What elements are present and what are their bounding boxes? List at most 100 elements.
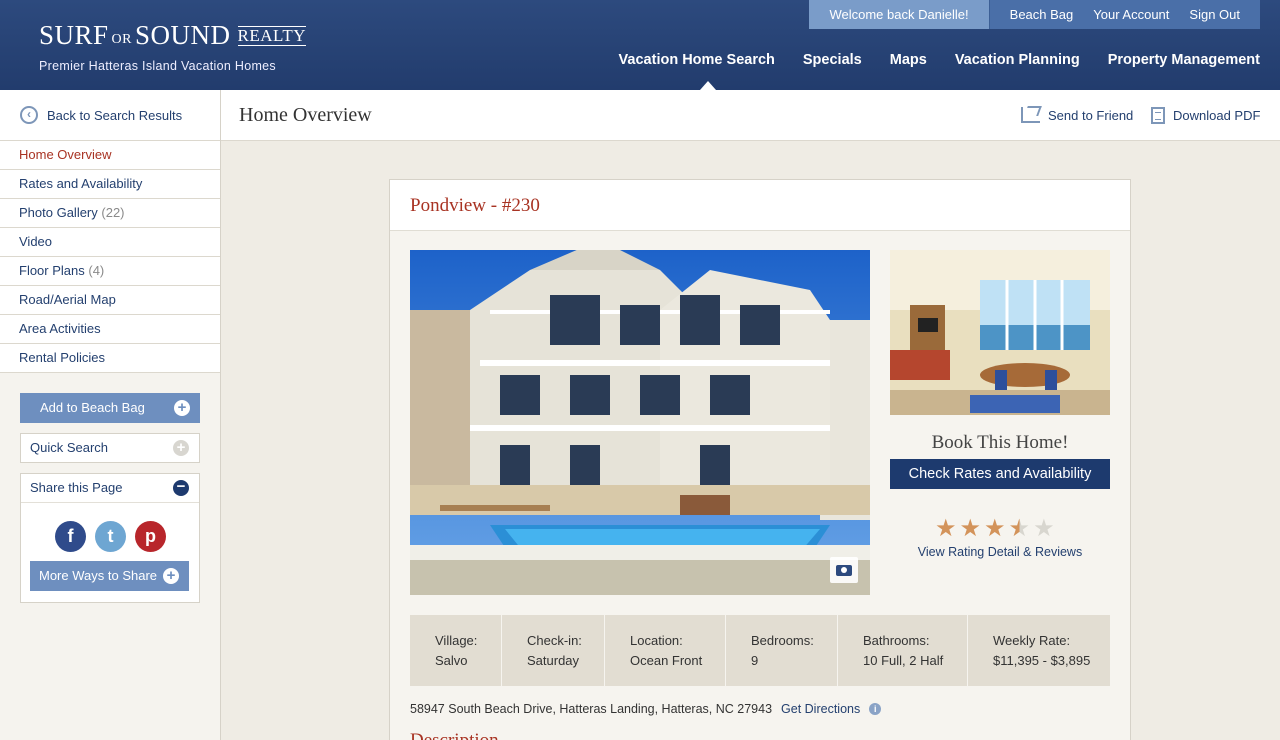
utility-bar: Welcome back Danielle! Beach Bag Your Ac… (809, 0, 1260, 29)
fact-value: $11,395 - $3,895 (993, 653, 1091, 668)
share-label: Share this Page (30, 480, 123, 495)
info-icon[interactable]: i (869, 703, 882, 715)
fact-value: 9 (751, 653, 759, 668)
get-directions-link[interactable]: Get Directions (781, 702, 860, 716)
logo-or: OR (111, 32, 132, 47)
pinterest-icon[interactable]: p (135, 521, 166, 552)
more-share-label: More Ways to Share (39, 568, 158, 583)
fact-label: Location: (630, 633, 683, 648)
document-icon (1151, 107, 1165, 124)
side-nav-video[interactable]: Video (0, 228, 220, 257)
empty-starfish-icon: ★ (1033, 515, 1055, 542)
logo-wordmark: SURF OR SOUND REALTY (39, 20, 307, 56)
side-nav-rental-policies[interactable]: Rental Policies (0, 344, 220, 373)
fact-village: Village: Salvo (410, 615, 502, 686)
camera-icon[interactable] (830, 557, 858, 583)
main-nav: Vacation Home Search Specials Maps Vacat… (605, 52, 1260, 68)
main-property-photo[interactable] (410, 250, 870, 595)
twitter-icon[interactable]: t (95, 521, 126, 552)
share-header[interactable]: Share this Page − (21, 474, 199, 502)
active-nav-caret (700, 81, 716, 90)
fact-value: Saturday (527, 653, 580, 668)
more-ways-to-share-button[interactable]: More Ways to Share + (30, 561, 189, 591)
side-nav: Home Overview Rates and Availability Pho… (0, 141, 220, 373)
fact-label: Bedrooms: (751, 633, 814, 648)
fact-value: Salvo (435, 653, 468, 668)
check-rates-button[interactable]: Check Rates and Availability (890, 459, 1110, 489)
quick-search-header[interactable]: Quick Search + (21, 434, 199, 462)
sidebar: ‹ Back to Search Results Home Overview R… (0, 90, 221, 740)
quick-search-label: Quick Search (30, 440, 109, 455)
side-nav-home-overview[interactable]: Home Overview (0, 141, 220, 170)
property-address-row: 58947 South Beach Drive, Hatteras Landin… (410, 702, 882, 716)
side-nav-photo-gallery[interactable]: Photo Gallery (22) (0, 199, 220, 228)
side-nav-label: Rates and Availability (19, 176, 143, 191)
fact-value: Ocean Front (630, 653, 703, 668)
book-this-home-heading: Book This Home! (931, 432, 1069, 453)
property-title: Pondview - #230 (390, 180, 1130, 231)
nav-vacation-planning[interactable]: Vacation Planning (941, 52, 1094, 68)
facebook-icon[interactable]: f (55, 521, 86, 552)
share-body: f t p More Ways to Share + (21, 502, 199, 602)
side-nav-road-aerial-map[interactable]: Road/Aerial Map (0, 286, 220, 315)
site-logo[interactable]: SURF OR SOUND REALTY Premier Hatteras Is… (39, 20, 307, 73)
side-nav-label: Area Activities (19, 321, 101, 336)
nav-property-management[interactable]: Property Management (1094, 52, 1260, 68)
floor-plan-count: (4) (88, 263, 105, 278)
back-label: Back to Search Results (47, 107, 183, 123)
rating-reviews-link[interactable]: View Rating Detail & Reviews (890, 545, 1110, 559)
back-arrow-icon: ‹ (20, 106, 38, 124)
quick-search-panel[interactable]: Quick Search + (20, 433, 200, 463)
starfish-icon: ★ (935, 515, 957, 542)
site-header: SURF OR SOUND REALTY Premier Hatteras Is… (0, 0, 1280, 90)
collapse-icon: − (173, 479, 189, 496)
half-starfish-icon: ★ (1008, 515, 1031, 542)
property-facts: Village: Salvo Check-in: Saturday Locati… (410, 615, 1110, 686)
starfish-icon: ★ (959, 515, 982, 542)
side-nav-floor-plans[interactable]: Floor Plans (4) (0, 257, 220, 286)
welcome-message: Welcome back Danielle! (809, 0, 990, 29)
fact-location: Location: Ocean Front (605, 615, 726, 686)
nav-maps[interactable]: Maps (876, 52, 941, 68)
beach-bag-link[interactable]: Beach Bag (990, 0, 1084, 29)
nav-vacation-home-search[interactable]: Vacation Home Search (605, 52, 789, 68)
page-toolbar: Home Overview Send to Friend Download PD… (221, 90, 1280, 141)
fact-bathrooms: Bathrooms: 10 Full, 2 Half (838, 615, 968, 686)
add-to-beach-bag-label: Add to Beach Bag (40, 400, 145, 415)
house-exterior-image (410, 250, 870, 595)
nav-specials[interactable]: Specials (789, 52, 876, 68)
your-account-link[interactable]: Your Account (1083, 0, 1179, 29)
logo-sound: SOUND (135, 20, 231, 50)
plus-icon: + (174, 400, 190, 416)
side-nav-label: Photo Gallery (19, 205, 98, 220)
sign-out-link[interactable]: Sign Out (1179, 0, 1260, 29)
download-pdf-label: Download PDF (1173, 108, 1261, 123)
expand-icon: + (173, 440, 189, 456)
share-panel: Share this Page − f t p More Ways to Sha… (20, 473, 200, 603)
page-title: Home Overview (239, 104, 372, 126)
back-to-results-button[interactable]: ‹ Back to Search Results (0, 90, 220, 141)
side-nav-label: Rental Policies (19, 350, 105, 365)
fact-label: Village: (435, 633, 478, 648)
interior-photo[interactable] (890, 250, 1110, 415)
side-nav-label: Floor Plans (19, 263, 85, 278)
side-nav-label: Road/Aerial Map (19, 292, 116, 307)
social-icons: f t p (55, 521, 166, 552)
side-nav-label: Video (19, 234, 53, 249)
side-nav-rates[interactable]: Rates and Availability (0, 170, 220, 199)
plus-icon: + (163, 568, 179, 584)
photo-count: (22) (101, 205, 125, 220)
living-room-image (890, 250, 1110, 415)
logo-realty: REALTY (237, 26, 307, 46)
side-nav-label: Home Overview (19, 147, 112, 162)
side-nav-area-activities[interactable]: Area Activities (0, 315, 220, 344)
logo-tagline: Premier Hatteras Island Vacation Homes (39, 59, 276, 73)
fact-label: Check-in: (527, 633, 582, 648)
add-to-beach-bag-button[interactable]: Add to Beach Bag + (20, 393, 200, 423)
download-pdf-link[interactable]: Download PDF (1151, 107, 1260, 124)
send-to-friend-link[interactable]: Send to Friend (1021, 107, 1133, 123)
fact-check-in: Check-in: Saturday (502, 615, 605, 686)
property-address: 58947 South Beach Drive, Hatteras Landin… (410, 702, 773, 716)
description-heading: Description (410, 730, 499, 740)
fact-bedrooms: Bedrooms: 9 (726, 615, 838, 686)
